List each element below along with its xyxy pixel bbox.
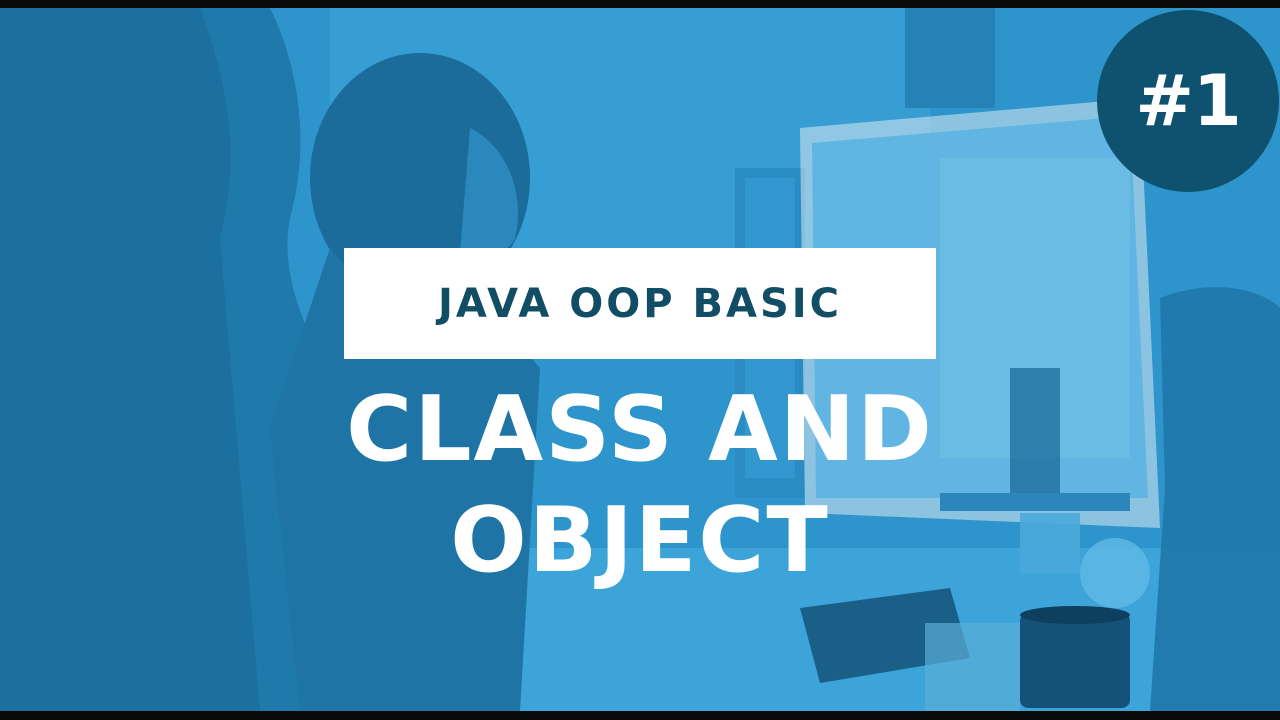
- subtitle-banner: JAVA OOP BASIC: [344, 248, 936, 359]
- letterbox-bottom: [0, 711, 1280, 720]
- title-line-2: OBJECT: [450, 488, 830, 593]
- office-scene-illustration: [0, 8, 1280, 711]
- title-line-1: CLASS AND: [346, 377, 934, 482]
- episode-number: #1: [1135, 60, 1241, 142]
- subtitle-label: JAVA OOP BASIC: [438, 280, 842, 327]
- background-photo: [0, 8, 1280, 711]
- video-thumbnail[interactable]: JAVA OOP BASIC CLASS AND OBJECT #1: [0, 0, 1280, 720]
- letterbox-top: [0, 0, 1280, 8]
- episode-badge: #1: [1097, 10, 1279, 192]
